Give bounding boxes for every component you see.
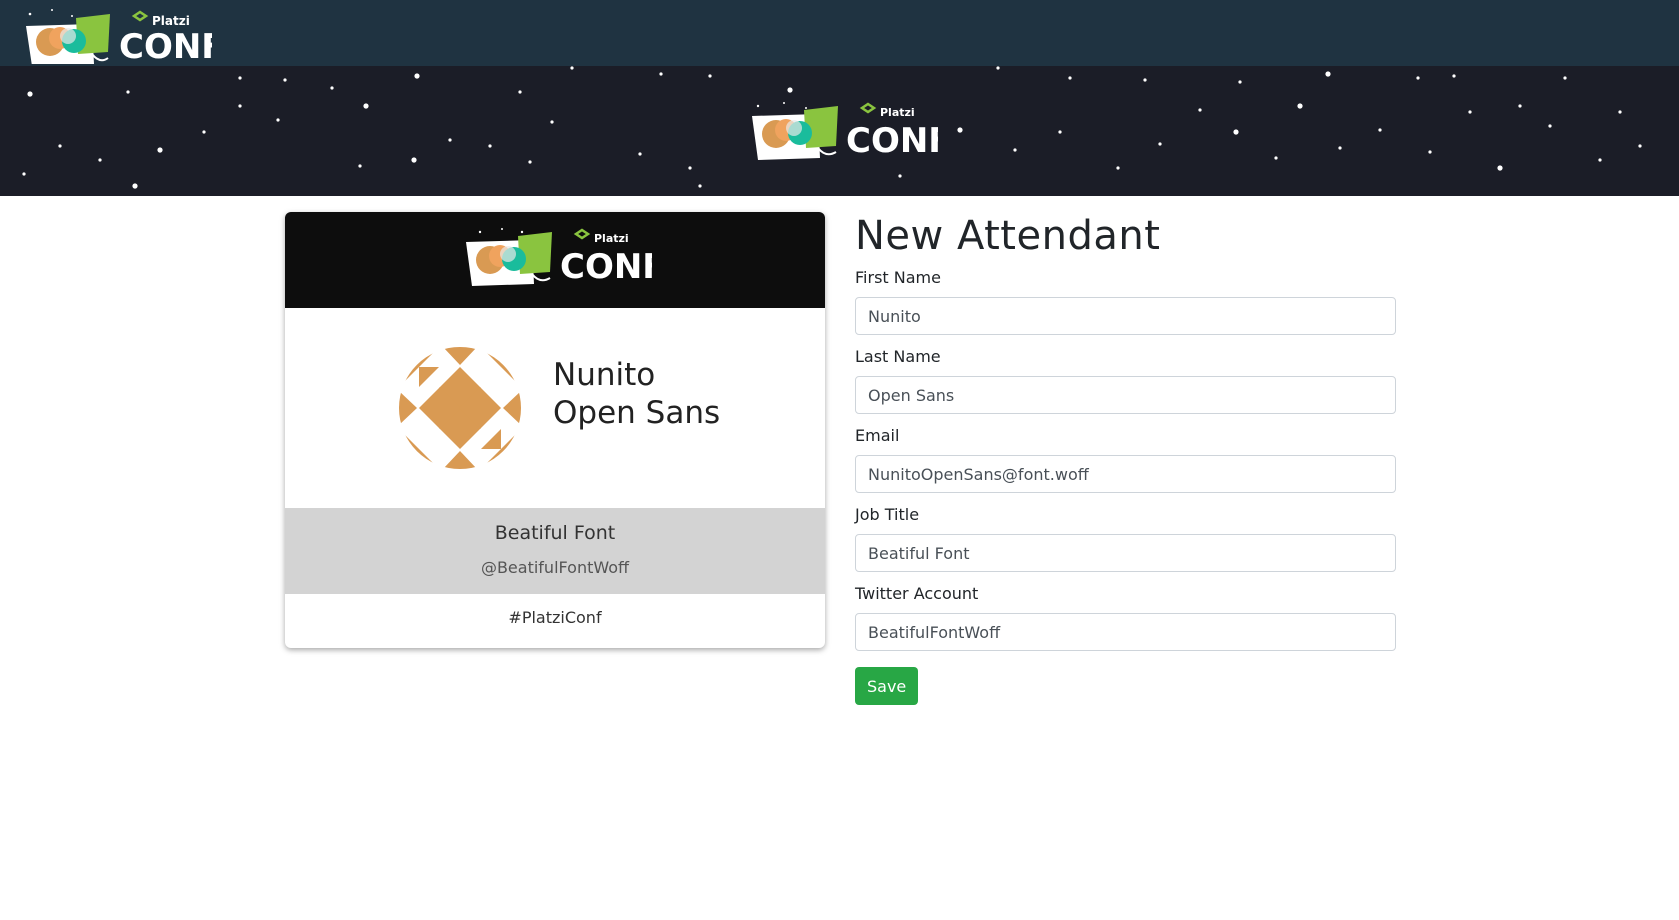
twitter-input[interactable]: [855, 613, 1396, 651]
badge-job-section: Beatiful Font @BeatifulFontWoff: [285, 508, 825, 594]
hero-conf-label: CONF: [846, 121, 938, 160]
conf-label: CONF: [119, 27, 212, 64]
last-name-input[interactable]: [855, 376, 1396, 414]
twitter-label: Twitter Account: [855, 584, 979, 603]
email-label: Email: [855, 426, 900, 445]
new-attendant-form: New Attendant First Name Last Name Email…: [855, 210, 1396, 705]
badge-job-title: Beatiful Font: [494, 522, 616, 544]
job-title-label: Job Title: [855, 505, 920, 524]
badge-name: Nunito Open Sans: [553, 356, 720, 432]
last-name-group: Last Name: [855, 347, 1396, 414]
hero-platzi-label: Platzi: [880, 106, 915, 119]
badge-first-name: Nunito: [553, 357, 656, 393]
avatar: [399, 347, 521, 469]
first-name-label: First Name: [855, 268, 941, 287]
job-title-input[interactable]: [855, 534, 1396, 572]
twitter-group: Twitter Account: [855, 584, 1396, 651]
badge-hashtag: #PlatziConf: [508, 608, 602, 627]
platzi-conf-logo[interactable]: Platzi CONF: [22, 6, 212, 64]
badge-conf-label: CONF: [560, 247, 652, 286]
email-input[interactable]: [855, 455, 1396, 493]
page-title: New Attendant: [855, 213, 1161, 259]
job-title-group: Job Title: [855, 505, 1396, 572]
badge-twitter: @BeatifulFontWoff: [480, 558, 630, 577]
navbar: Platzi CONF: [0, 0, 1679, 66]
badge-last-name: Open Sans: [553, 395, 721, 431]
first-name-group: First Name: [855, 268, 1396, 335]
save-button[interactable]: Save: [855, 667, 919, 705]
first-name-input[interactable]: [855, 297, 1396, 335]
last-name-label: Last Name: [855, 347, 941, 366]
badge-platzi-label: Platzi: [594, 232, 629, 245]
platzi-label: Platzi: [152, 14, 190, 28]
hero-logo: Platzi CONF: [752, 102, 938, 160]
email-group: Email: [855, 426, 1396, 493]
badge-logo: Platzi CONF: [466, 228, 652, 286]
